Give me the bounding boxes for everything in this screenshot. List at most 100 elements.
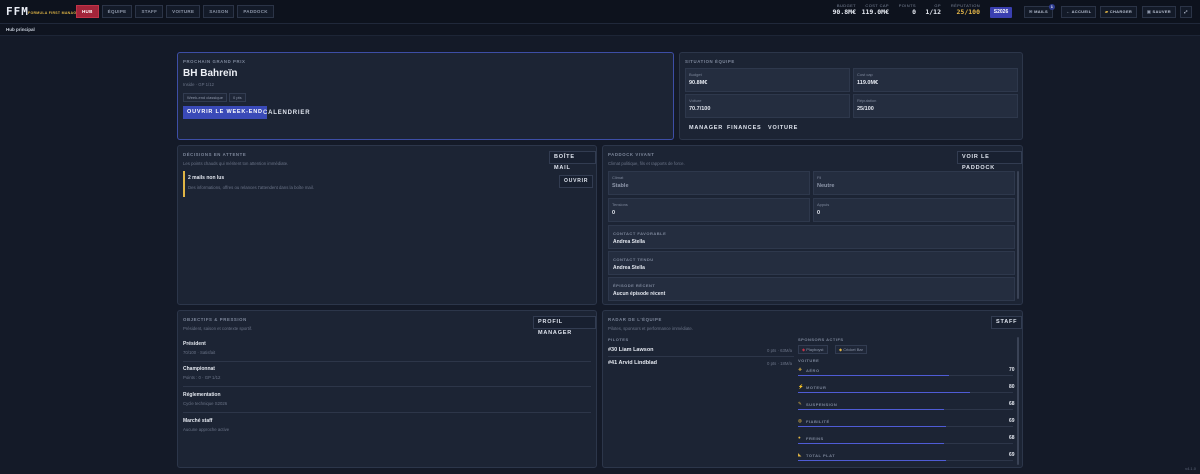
objective-championship-sub: Points : 0 · GP 1/12 <box>183 375 221 380</box>
tab-saison[interactable]: SAISON <box>203 5 235 18</box>
thread-cell: Fil Neutre <box>813 171 1015 195</box>
tab-staff[interactable]: STAFF <box>135 5 164 18</box>
finances-link[interactable]: FINANCES <box>727 125 762 131</box>
top-bar: FFM FORMULA FIRST MANAGER HUB ÉQUIPE STA… <box>0 0 1200 24</box>
car-stat-bar <box>798 459 946 461</box>
pilots-title: PILOTES <box>608 337 629 342</box>
divider <box>183 386 591 387</box>
paddock-scrollbar[interactable] <box>1017 171 1019 299</box>
gauge-icon: ◣ <box>798 452 802 457</box>
unread-mails-title: 2 mails non lus <box>188 175 225 181</box>
wind-icon: ❖ <box>798 367 803 372</box>
weekend-type-chip: Week-end classique <box>183 93 227 102</box>
car-stat-value: 68 <box>1009 435 1015 441</box>
objective-president-title: Président <box>183 341 206 347</box>
stat-reputation: RÉPUTATION 25/100 <box>950 3 980 16</box>
breadcrumb: Hub principal <box>6 27 35 32</box>
points-chip: 0 pts <box>229 93 246 102</box>
bolt-icon: ⚡ <box>798 384 804 389</box>
sponsors-title: SPONSORS ACTIFS <box>798 337 844 342</box>
divider <box>608 356 794 357</box>
panel-title: PADDOCK VIVANT <box>608 152 655 157</box>
car-stat-bar <box>798 408 944 410</box>
panel-title: DÉCISIONS EN ATTENTE <box>183 152 247 157</box>
car-stat-value: 69 <box>1009 418 1015 424</box>
tense-contact-row: CONTACT TENDU Andrea Stella <box>608 251 1015 275</box>
panel-title: SITUATION ÉQUIPE <box>685 59 735 64</box>
objective-regulation-sub: Cycle technique S2026 <box>183 401 228 406</box>
pilot-lindblad-meta: 0 pts · 18M/a <box>767 361 793 366</box>
app-logo[interactable]: FFM <box>6 5 29 18</box>
view-paddock-button[interactable]: VOIR LE PADDOCK <box>957 151 1022 171</box>
paddock-panel: PADDOCK VIVANT Climat politique, fils et… <box>602 145 1023 305</box>
app-subtitle: FORMULA FIRST MANAGER <box>28 11 82 15</box>
panel-desc: Président, saison et contexte sportif. <box>183 326 253 331</box>
car-stat-label: FREINS <box>806 436 824 441</box>
main-nav: HUB ÉQUIPE STAFF VOITURE SAISON PADDOCK <box>76 5 274 18</box>
voiture-link[interactable]: VOITURE <box>768 125 798 131</box>
panel-desc: Pilotes, sponsors et performance immédia… <box>608 326 694 331</box>
open-mails-button[interactable]: OUVRIR <box>559 175 594 188</box>
car-stat-bar <box>798 442 944 444</box>
car-stat-bar <box>798 374 949 376</box>
reputation-cell: Réputation 25/100 <box>853 94 1018 118</box>
stat-budget: BUDGET 90.8M€ <box>832 3 856 16</box>
tab-paddock[interactable]: PADDOCK <box>237 5 274 18</box>
calendar-button[interactable]: CALENDRIER <box>263 110 310 116</box>
team-radar-panel: RADAR DE L'ÉQUIPE Pilotes, sponsors et p… <box>602 310 1023 468</box>
manager-profile-button[interactable]: PROFIL MANAGER <box>533 316 596 336</box>
fullscreen-button[interactable]: ⤢ <box>1180 6 1192 18</box>
wrench-icon: ✎ <box>798 401 802 406</box>
staff-button[interactable]: STAFF <box>991 316 1023 329</box>
sponsor-chip: ◆ Cricket Bar <box>835 345 867 354</box>
objectives-panel: OBJECTIFS & PRESSION Président, saison e… <box>177 310 597 468</box>
tab-equipe[interactable]: ÉQUIPE <box>101 5 133 18</box>
car-stat-label: AÉRO <box>806 368 820 373</box>
pilot-lindblad[interactable]: #41 Arvid Lindblad <box>608 360 657 366</box>
accueil-button[interactable]: ← ACCUEIL <box>1061 6 1097 18</box>
car-stat-label: MOTEUR <box>806 385 827 390</box>
open-weekend-button[interactable]: OUVRIR LE WEEK-END <box>183 106 267 119</box>
team-situation-panel: SITUATION ÉQUIPE Budget 90.8M€ Cost cap … <box>679 52 1023 140</box>
panel-title: RADAR DE L'ÉQUIPE <box>608 317 662 322</box>
car-stat-value: 69 <box>1009 452 1015 458</box>
gp-name: BH Bahreïn <box>183 68 238 79</box>
pilot-lawson[interactable]: #30 Liam Lawson <box>608 347 654 353</box>
sub-bar: Hub principal <box>0 24 1200 36</box>
objective-regulation-title: Réglementation <box>183 392 221 398</box>
tab-hub[interactable]: HUB <box>76 5 99 18</box>
favorable-contact-row: CONTACT FAVORABLE Andrea Stella <box>608 225 1015 249</box>
sauver-button[interactable]: ▣ SAUVER <box>1142 6 1176 18</box>
season-badge: S2026 <box>990 7 1012 18</box>
car-stat-value: 70 <box>1009 367 1015 373</box>
budget-cell: Budget 90.8M€ <box>685 68 850 92</box>
mails-button[interactable]: ✉ MAILS 1 <box>1024 4 1056 18</box>
panel-desc: Climat politique, fils et rapports de fo… <box>608 161 685 166</box>
shield-icon: ◍ <box>798 418 802 423</box>
expand-icon: ⤢ <box>1184 9 1188 14</box>
car-stat-value: 80 <box>1009 384 1015 390</box>
car-stat-label: FIABILITÉ <box>806 419 830 424</box>
objective-championship-title: Championnat <box>183 366 215 372</box>
version-label: v4.1.0 <box>1185 466 1196 471</box>
car-stat-label: TOTAL PLAT <box>806 453 836 458</box>
mailbox-button[interactable]: BOÎTE MAIL <box>549 151 596 171</box>
radar-scrollbar[interactable] <box>1017 337 1019 465</box>
objective-president-sub: 70/100 · Satisfait <box>183 350 216 355</box>
tab-voiture[interactable]: VOITURE <box>166 5 201 18</box>
car-stat-value: 68 <box>1009 401 1015 407</box>
car-stat-label: SUSPENSION <box>806 402 838 407</box>
recent-episode-row: ÉPISODE RÉCENT Aucun épisode récent <box>608 277 1015 301</box>
cost-cap-cell: Cost cap 119.0M€ <box>853 68 1018 92</box>
stat-cost-cap: COST CAP 119.0M€ <box>861 3 889 16</box>
climate-cell: Climat Stable <box>608 171 810 195</box>
pending-decisions-panel: DÉCISIONS EN ATTENTE Les points chauds q… <box>177 145 597 305</box>
manager-link[interactable]: MANAGER <box>689 125 723 131</box>
car-stat-bar <box>798 425 946 427</box>
alert-marker <box>183 171 185 197</box>
divider <box>183 412 591 413</box>
panel-title: PROCHAIN GRAND PRIX <box>183 59 246 64</box>
stat-gp: GP 1/12 <box>925 3 941 16</box>
charger-button[interactable]: ▰ CHARGER <box>1100 6 1138 18</box>
car-stat-bar <box>798 391 970 393</box>
